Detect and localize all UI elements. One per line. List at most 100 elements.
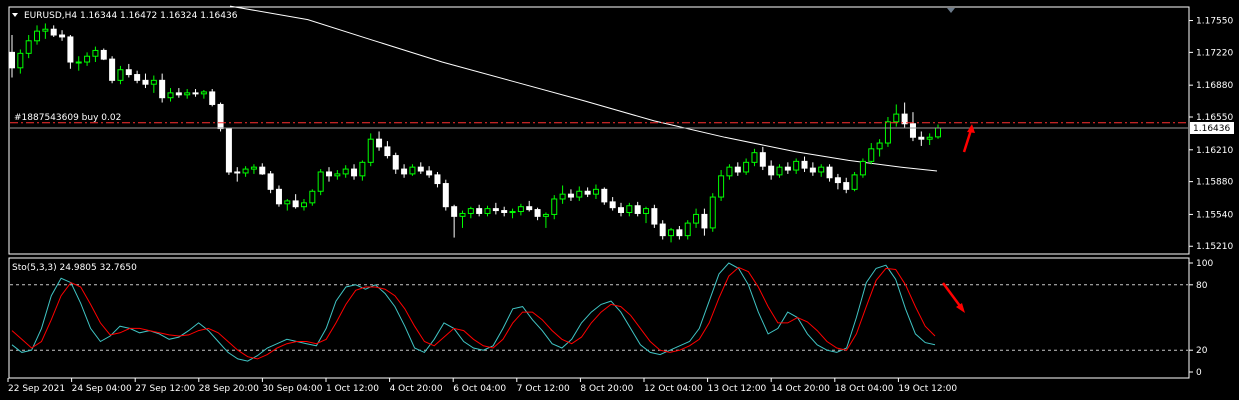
time-tick-label: 8 Oct 20:00 — [580, 384, 633, 394]
candle — [9, 35, 15, 78]
candle — [843, 177, 850, 194]
time-tick-label: 6 Oct 04:00 — [453, 384, 506, 394]
candle — [884, 116, 891, 147]
candle — [726, 164, 733, 180]
price-tick-label: 1.17550 — [1196, 17, 1233, 27]
candle — [734, 162, 741, 176]
candle — [184, 89, 191, 99]
moving-average-layer — [229, 5, 938, 172]
candle — [768, 160, 775, 180]
candle — [617, 202, 624, 217]
candle — [392, 152, 399, 174]
price-panel-frame — [8, 6, 1190, 255]
candle — [467, 206, 474, 219]
candle — [376, 131, 383, 151]
candle — [601, 187, 608, 205]
time-tick-label: 4 Oct 20:00 — [390, 384, 443, 394]
candle — [426, 166, 433, 178]
candle — [484, 205, 491, 217]
candle — [167, 88, 174, 102]
candle — [859, 158, 866, 178]
time-tick-label: 27 Sep 12:00 — [135, 384, 195, 394]
candle — [634, 201, 641, 217]
candle — [776, 164, 783, 178]
candle — [92, 46, 99, 63]
candle — [409, 164, 416, 176]
current-price-label: 1.16436 — [1193, 124, 1230, 134]
candle — [668, 227, 675, 243]
candle — [67, 35, 74, 69]
stochastic-levels — [10, 284, 1188, 351]
candle — [501, 206, 508, 217]
candle — [442, 179, 449, 211]
candle — [584, 187, 591, 198]
candle — [150, 75, 157, 93]
candle — [100, 48, 107, 61]
candle — [209, 89, 216, 107]
triangle-down-icon[interactable] — [12, 13, 18, 17]
candle — [242, 166, 249, 177]
candle — [693, 208, 700, 228]
stochastic-header: Sto(5,3,3) 24.9805 32.7650 — [12, 263, 137, 273]
down-arrow-annotation — [941, 282, 965, 313]
candle — [609, 197, 616, 211]
candle — [918, 131, 925, 146]
candle — [267, 171, 274, 194]
price-tick-label: 1.15880 — [1196, 178, 1233, 188]
candle — [476, 204, 483, 217]
candle — [526, 200, 533, 212]
candle — [34, 25, 41, 45]
candle — [643, 206, 650, 224]
candle — [718, 170, 725, 201]
stochastic-tick-label: 100 — [1196, 259, 1213, 269]
candle — [517, 203, 524, 216]
candle — [384, 141, 391, 159]
candle — [576, 186, 583, 201]
chart-canvas[interactable]: 1.17550 1.17220 1.16880 1.16550 1.16210 1.158… — [0, 0, 1239, 400]
time-tick-label: 13 Oct 12:00 — [708, 384, 767, 394]
candle — [42, 23, 49, 39]
candle — [292, 194, 299, 209]
price-tick-label: 1.16880 — [1196, 81, 1233, 91]
candle — [459, 210, 466, 228]
candle — [901, 102, 908, 128]
candle — [801, 156, 808, 172]
candle — [451, 204, 458, 238]
candle — [567, 189, 574, 201]
order-line-layer[interactable]: #1887543609 buy 0.02 1.16436 — [10, 113, 1234, 134]
time-axis-labels: 22 Sep 2021 24 Sep 04:00 27 Sep 12:00 28 Se… — [7, 378, 957, 394]
candle — [893, 104, 900, 127]
stochastic-signal-line — [11, 266, 936, 360]
order-line-label: #1887543609 buy 0.02 — [14, 113, 121, 123]
candle — [626, 202, 633, 217]
candle — [84, 52, 91, 66]
candle — [359, 160, 366, 181]
price-tick-label: 1.15210 — [1196, 242, 1233, 252]
stochastic-tick-label: 80 — [1196, 281, 1208, 291]
candles-layer — [9, 23, 941, 243]
candle — [868, 143, 875, 165]
candle — [851, 171, 858, 192]
candle — [492, 202, 499, 215]
candle — [659, 220, 666, 240]
time-tick-label: 18 Oct 04:00 — [835, 384, 894, 394]
shift-marker-icon[interactable] — [947, 8, 955, 13]
candle — [50, 25, 57, 37]
chart-window[interactable]: 1.17550 1.17220 1.16880 1.16550 1.16210 1.158… — [0, 0, 1239, 400]
candle — [826, 164, 833, 182]
candle — [284, 198, 291, 211]
candle — [935, 124, 941, 139]
candle — [159, 73, 166, 103]
candle — [876, 139, 883, 157]
price-axis — [1190, 7, 1239, 378]
time-tick-label: 1 Oct 12:00 — [326, 384, 379, 394]
candle — [200, 89, 207, 99]
price-tick-label: 1.16550 — [1196, 113, 1233, 123]
candle — [809, 162, 816, 176]
time-tick-label: 7 Oct 12:00 — [517, 384, 570, 394]
candle — [326, 167, 333, 182]
time-tick-label: 14 Oct 20:00 — [771, 384, 830, 394]
candle — [250, 164, 257, 174]
candle — [300, 198, 307, 211]
stochastic-panel-frame — [8, 257, 1190, 379]
